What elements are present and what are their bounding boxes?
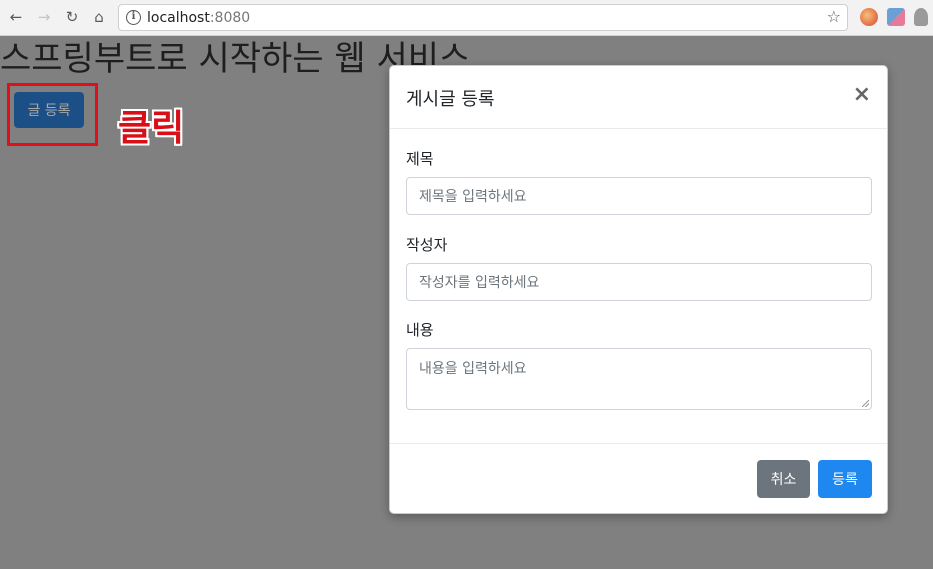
content-textarea[interactable]: 내용을 입력하세요 bbox=[406, 348, 872, 410]
title-placeholder: 제목을 입력하세요 bbox=[419, 189, 527, 205]
extension-icon[interactable] bbox=[887, 8, 905, 26]
author-label: 작성자 bbox=[406, 236, 448, 254]
cancel-button[interactable]: 취소 bbox=[757, 460, 810, 498]
click-annotation: 클릭 bbox=[118, 108, 185, 149]
home-icon[interactable]: ⌂ bbox=[88, 6, 110, 28]
content-placeholder: 내용을 입력하세요 bbox=[419, 361, 527, 377]
site-info-icon[interactable]: i bbox=[126, 10, 141, 25]
browser-toolbar: ← → ↻ ⌂ i localhost:8080 ☆ bbox=[0, 0, 933, 36]
highlight-box bbox=[7, 83, 98, 146]
author-placeholder: 작성자를 입력하세요 bbox=[419, 275, 540, 291]
close-icon[interactable]: × bbox=[853, 84, 871, 106]
title-input[interactable]: 제목을 입력하세요 bbox=[406, 177, 872, 215]
extension-icon[interactable] bbox=[914, 8, 928, 26]
author-input[interactable]: 작성자를 입력하세요 bbox=[406, 263, 872, 301]
bookmark-star-icon[interactable]: ☆ bbox=[827, 7, 841, 26]
title-label: 제목 bbox=[406, 150, 434, 168]
forward-arrow-icon[interactable]: → bbox=[33, 6, 55, 28]
extension-icon[interactable] bbox=[860, 8, 878, 26]
submit-button[interactable]: 등록 bbox=[818, 460, 872, 498]
content-label: 내용 bbox=[406, 321, 434, 339]
reload-icon[interactable]: ↻ bbox=[61, 6, 83, 28]
address-bar[interactable]: i localhost:8080 ☆ bbox=[118, 4, 848, 31]
back-arrow-icon[interactable]: ← bbox=[5, 6, 27, 28]
modal-header: 게시글 등록 × bbox=[390, 66, 887, 129]
resize-handle-icon[interactable] bbox=[862, 400, 869, 407]
url-text[interactable]: localhost:8080 bbox=[147, 10, 250, 26]
modal-footer: 취소 등록 bbox=[390, 443, 887, 515]
modal-title: 게시글 등록 bbox=[406, 89, 495, 110]
post-register-modal: 게시글 등록 × 제목 제목을 입력하세요 작성자 작성자를 입력하세요 내용 … bbox=[389, 65, 888, 514]
